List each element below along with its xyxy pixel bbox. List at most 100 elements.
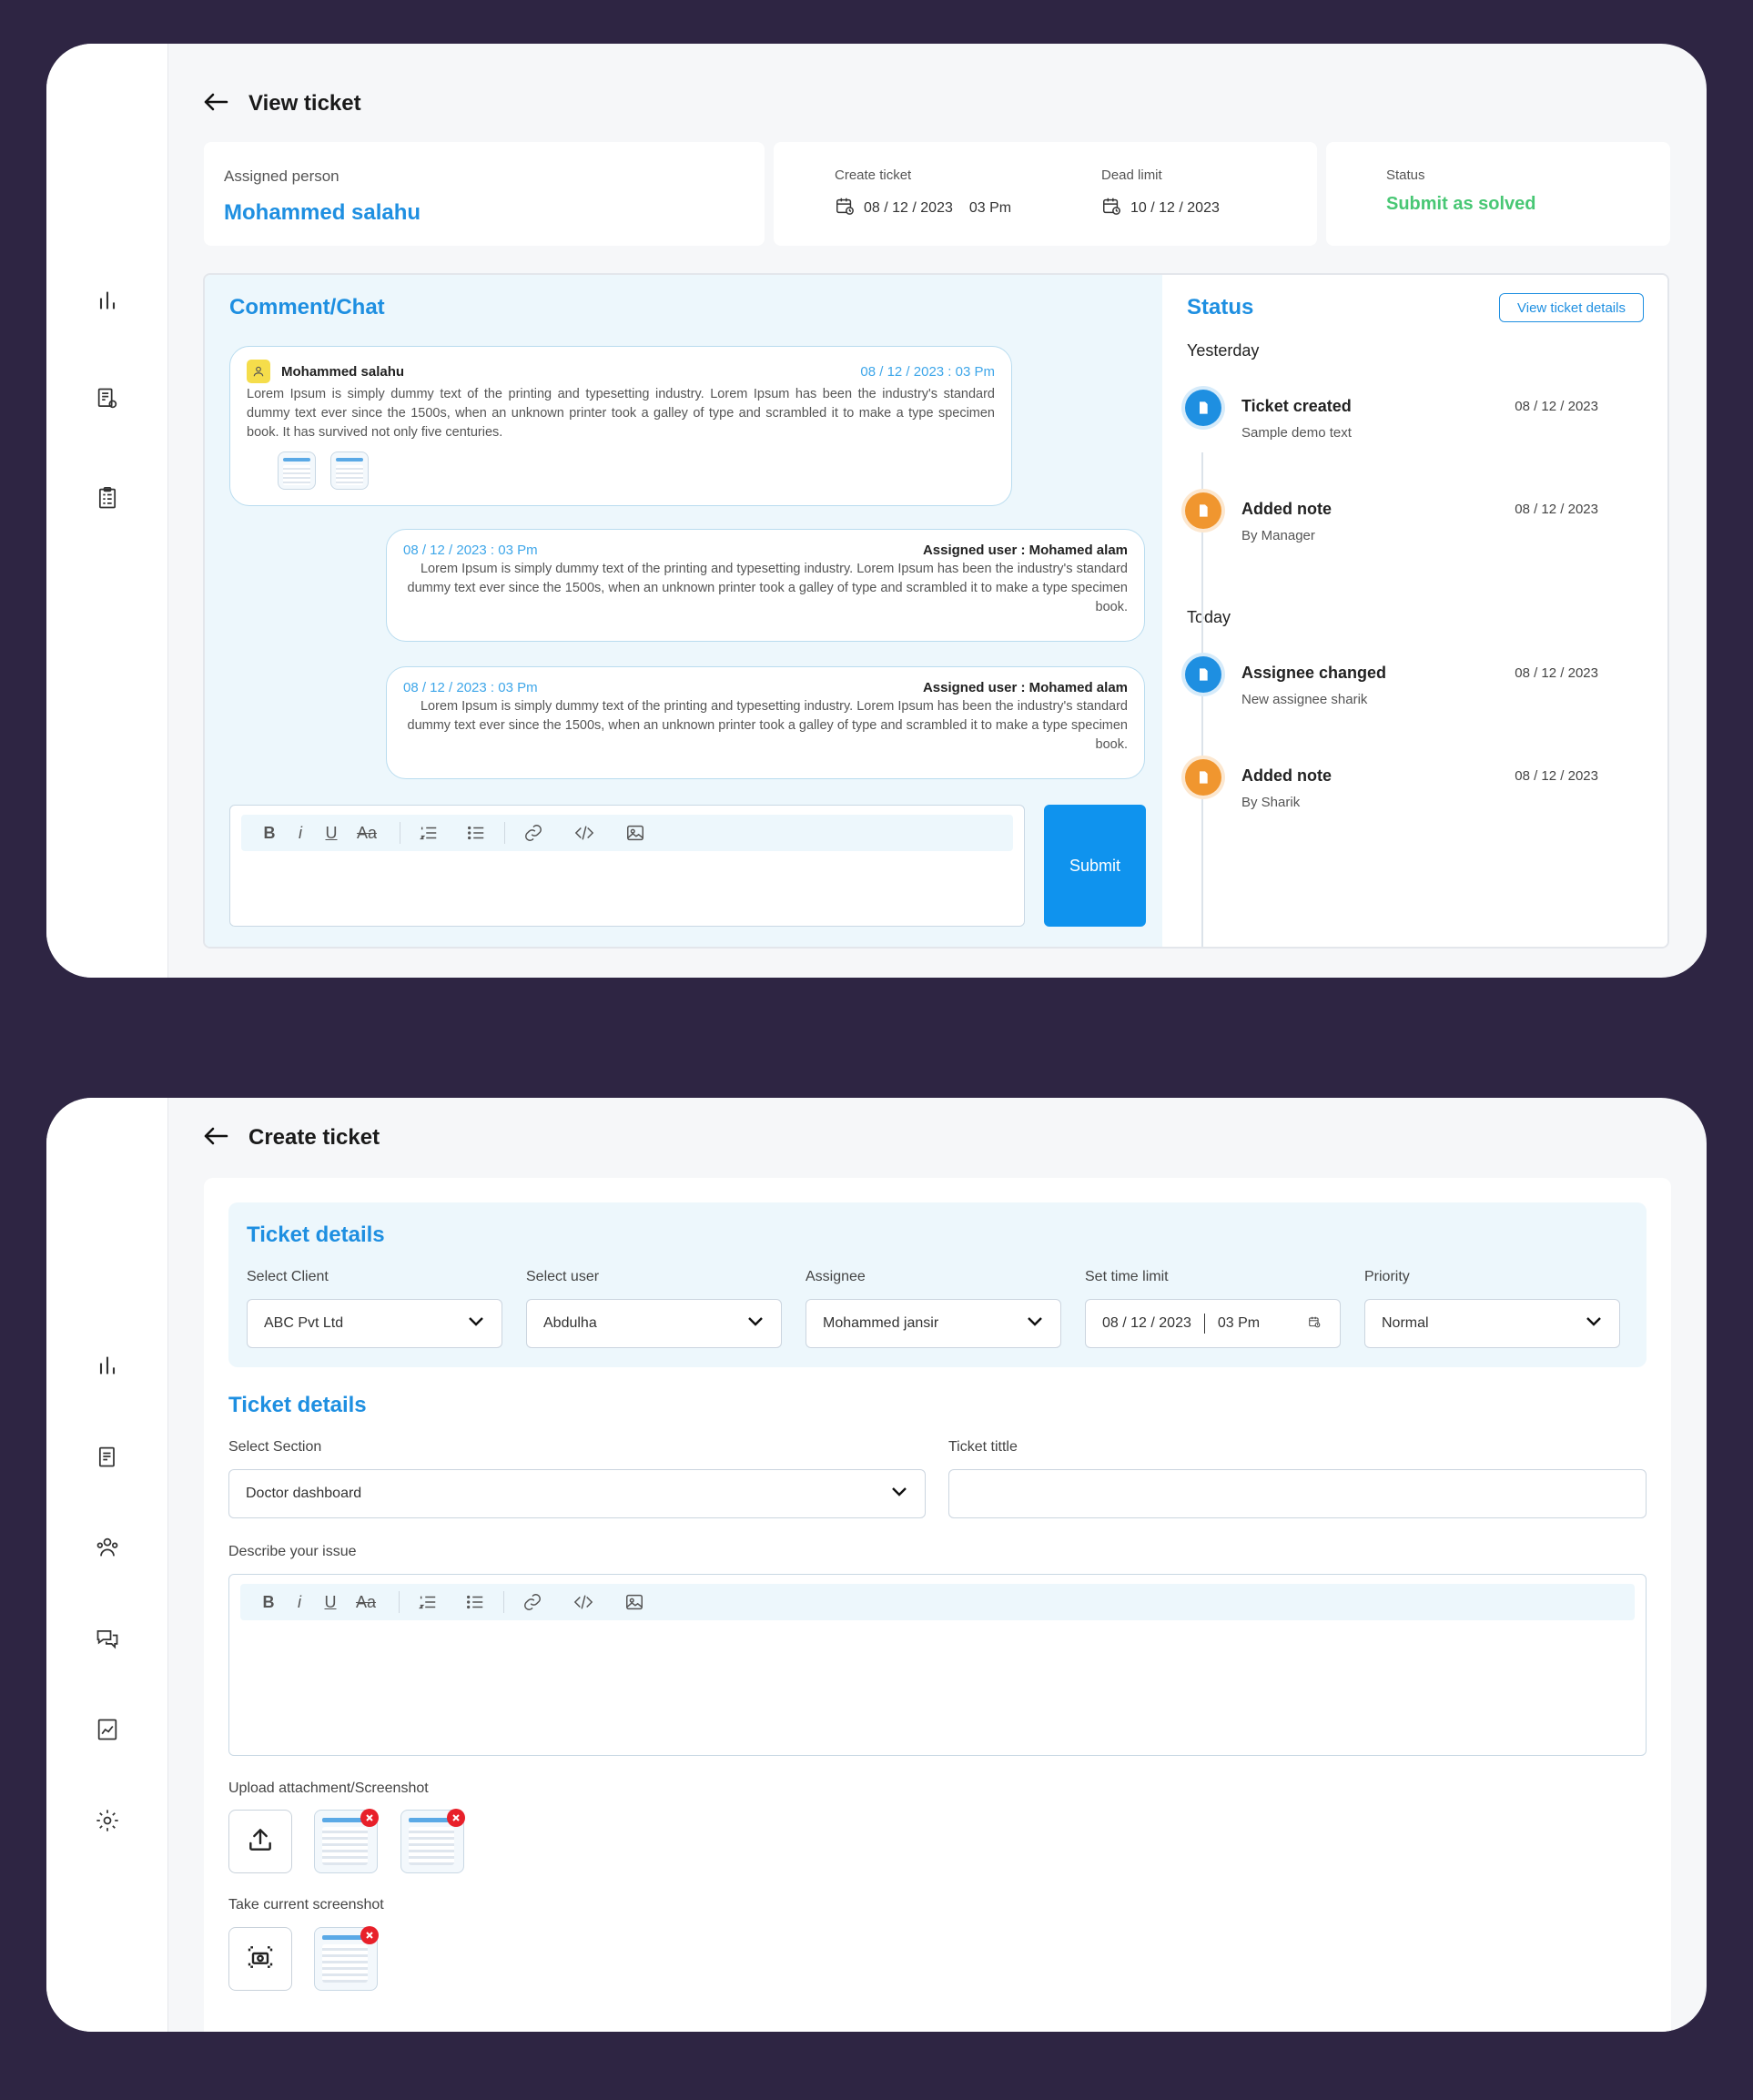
strikethrough-button[interactable]: Aa (346, 1588, 386, 1616)
chevron-down-icon (1026, 1315, 1044, 1333)
message-text: Lorem Ipsum is simply dummy text of the … (247, 387, 995, 440)
status-card: Status Submit as solved (1326, 142, 1670, 246)
bar-chart-icon[interactable] (92, 285, 123, 316)
group-today: Today (1187, 608, 1231, 626)
code-icon[interactable] (568, 1588, 599, 1616)
note-icon (1185, 759, 1221, 796)
document-icon (1185, 390, 1221, 426)
take-screenshot-button[interactable] (228, 1927, 292, 1991)
calendar-icon[interactable] (1305, 1315, 1323, 1333)
create-ticket-label: Create ticket (835, 167, 912, 183)
client-select[interactable]: ABC Pvt Ltd (247, 1299, 502, 1348)
chevron-down-icon (467, 1315, 485, 1333)
chat-support-icon[interactable] (92, 1623, 123, 1654)
timeline-subtitle: By Sharik (1241, 795, 1301, 810)
create-ticket-screen: Create ticket Ticket details Select Clie… (46, 1098, 1707, 2032)
ticket-title-input[interactable] (948, 1469, 1647, 1518)
timeline-title: Ticket created (1241, 397, 1352, 415)
timeline-date: 08 / 12 / 2023 (1515, 768, 1598, 784)
comment-editor[interactable]: B i U Aa (229, 805, 1025, 927)
editor-toolbar: B i U Aa (240, 1584, 1635, 1620)
bold-button[interactable]: B (254, 819, 285, 847)
chevron-down-icon (746, 1315, 765, 1333)
assignee-select[interactable]: Mohammed jansir (806, 1299, 1061, 1348)
timeline-date: 08 / 12 / 2023 (1515, 665, 1598, 681)
link-icon[interactable] (518, 819, 549, 847)
user-label: Select user (526, 1269, 600, 1284)
user-select[interactable]: Abdulha (526, 1299, 782, 1348)
attachment-thumbnail[interactable] (330, 451, 369, 490)
upload-icon (246, 1825, 275, 1859)
link-icon[interactable] (517, 1588, 548, 1616)
status-value[interactable]: Submit as solved (1386, 194, 1536, 215)
assignee-label: Assignee (806, 1269, 866, 1284)
client-label: Select Client (247, 1269, 329, 1284)
clipboard-list-icon[interactable] (92, 482, 123, 513)
chat-message: 08 / 12 / 2023 : 03 Pm Assigned user : M… (386, 529, 1145, 642)
assignee-value: Mohammed jansir (823, 1315, 939, 1331)
create-ticket-form: Ticket details Select Client ABC Pvt Ltd… (204, 1178, 1671, 2032)
upload-button[interactable] (228, 1810, 292, 1873)
underline-button[interactable]: U (315, 1588, 346, 1616)
message-author: Assigned user : Mohamed alam (922, 543, 1128, 558)
message-time: 08 / 12 / 2023 : 03 Pm (860, 363, 995, 380)
dates-card: Create ticket 08 / 12 / 2023 03 Pm Dead … (774, 142, 1317, 246)
back-arrow-icon[interactable] (203, 92, 228, 117)
gear-icon[interactable] (92, 1805, 123, 1836)
upload-label: Upload attachment/Screenshot (228, 1780, 429, 1796)
attachment-thumbnail[interactable] (314, 1809, 379, 1873)
time-limit-hour: 03 Pm (1217, 1315, 1261, 1331)
ordered-list-icon[interactable] (412, 1588, 443, 1616)
dead-date: 10 / 12 / 2023 (1101, 196, 1220, 220)
editor-toolbar: B i U Aa (241, 815, 1013, 851)
image-icon[interactable] (619, 1588, 650, 1616)
calendar-icon (1101, 196, 1121, 220)
sidebar (46, 44, 168, 978)
chat-message: 08 / 12 / 2023 : 03 Pm Assigned user : M… (386, 666, 1145, 779)
chat-title: Comment/Chat (229, 295, 385, 320)
attachment-thumbnail[interactable] (278, 451, 316, 490)
image-icon[interactable] (620, 819, 651, 847)
view-ticket-details-button[interactable]: View ticket details (1499, 293, 1644, 322)
underline-button[interactable]: U (316, 819, 347, 847)
timeline-date: 08 / 12 / 2023 (1515, 399, 1598, 414)
view-ticket-screen: View ticket Assigned person Mohammed sal… (46, 44, 1707, 978)
back-arrow-icon[interactable] (203, 1126, 228, 1151)
remove-icon[interactable] (360, 1926, 379, 1944)
status-timeline-section: Status View ticket details (1162, 275, 1667, 947)
divider (1203, 1314, 1205, 1334)
comment-chat-section: Comment/Chat Mohammed salahu 08 / 12 / 2… (205, 275, 1162, 947)
screenshot-thumbnail[interactable] (314, 1926, 379, 1991)
bullet-list-icon[interactable] (461, 819, 491, 847)
document-icon (1185, 656, 1221, 693)
remove-icon[interactable] (447, 1809, 465, 1827)
report-icon[interactable] (92, 1441, 123, 1472)
submit-button[interactable]: Submit (1044, 805, 1146, 927)
toolbar-divider (504, 822, 505, 844)
strikethrough-button[interactable]: Aa (347, 819, 387, 847)
italic-button[interactable]: i (285, 819, 316, 847)
section-label: Select Section (228, 1439, 322, 1455)
time-limit-input[interactable]: 08 / 12 / 2023 03 Pm (1085, 1299, 1341, 1348)
message-time: 08 / 12 / 2023 : 03 Pm (403, 543, 538, 558)
code-icon[interactable] (569, 819, 600, 847)
remove-icon[interactable] (360, 1809, 379, 1827)
user-avatar-icon (247, 360, 270, 383)
screenshot-camera-icon (246, 1943, 275, 1976)
assigned-name[interactable]: Mohammed salahu (224, 200, 421, 226)
priority-select[interactable]: Normal (1364, 1299, 1620, 1348)
bar-chart-icon[interactable] (92, 1350, 123, 1381)
dead-date-value: 10 / 12 / 2023 (1130, 199, 1220, 216)
section-select[interactable]: Doctor dashboard (228, 1469, 926, 1518)
report-settings-icon[interactable] (92, 383, 123, 414)
bullet-list-icon[interactable] (460, 1588, 491, 1616)
italic-button[interactable]: i (284, 1588, 315, 1616)
attachment-thumbnail[interactable] (400, 1809, 465, 1873)
ordered-list-icon[interactable] (413, 819, 444, 847)
analytics-report-icon[interactable] (92, 1714, 123, 1745)
issue-description-editor[interactable]: B i U Aa (228, 1574, 1647, 1756)
assigned-person-card: Assigned person Mohammed salahu (204, 142, 765, 246)
team-icon[interactable] (92, 1532, 123, 1563)
bold-button[interactable]: B (253, 1588, 284, 1616)
ticket-title-label: Ticket tittle (948, 1439, 1018, 1455)
